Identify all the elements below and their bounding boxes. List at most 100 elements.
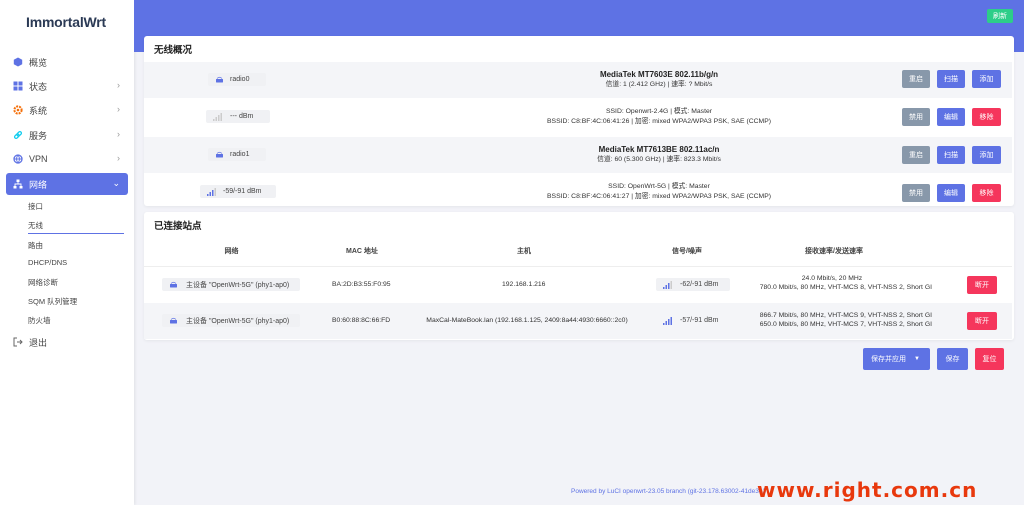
sidebar-item-logout[interactable]: 退出	[6, 332, 128, 352]
radio-row: radio1 MediaTek MT7613BE 802.11ac/n 信道: …	[144, 137, 1012, 173]
scan-button[interactable]: 扫描	[937, 146, 965, 164]
save-button[interactable]: 保存	[937, 348, 968, 370]
column-header-network: 网络	[224, 248, 239, 255]
save-apply-button[interactable]: 保存并应用 ▼	[863, 348, 930, 370]
sidebar-item-status[interactable]: 状态 ›	[6, 76, 128, 96]
column-header-mac: MAC 地址	[346, 248, 378, 255]
station-mac: B0:60:88:8C:66:FD	[332, 317, 391, 324]
chevron-right-icon: ›	[117, 153, 120, 163]
globe-icon	[13, 154, 23, 164]
signal-icon	[663, 316, 672, 325]
sidebar-subitem-routes[interactable]: 路由	[28, 240, 43, 251]
station-network: 主设备 "OpenWrt-5G" (phy1-ap0)	[186, 317, 290, 325]
signal-icon	[663, 280, 672, 289]
restart-button[interactable]: 重启	[902, 70, 930, 88]
radio-name: radio0	[230, 76, 250, 83]
column-header-signal: 信号/噪声	[672, 248, 702, 255]
remove-button[interactable]: 移除	[972, 184, 1001, 202]
grid-icon	[13, 81, 23, 91]
table-row: 主设备 "OpenWrt-5G" (phy1-ap0) BA:2D:B3:55:…	[144, 266, 1012, 302]
radio-badge: radio1	[208, 148, 266, 161]
station-tx-rate: 780.0 Mbit/s, 80 MHz, VHT-MCS 8, VHT-NSS…	[759, 283, 932, 291]
add-button[interactable]: 添加	[972, 70, 1001, 88]
station-rate: 24.0 Mbit/s, 20 MHz 780.0 Mbit/s, 80 MHz…	[692, 275, 932, 292]
disable-button[interactable]: 禁用	[902, 184, 930, 202]
wifi-icon	[169, 317, 178, 324]
signal-badge: --- dBm	[206, 110, 270, 123]
sidebar-subitem-diagnostics[interactable]: 网络诊断	[28, 277, 58, 288]
remove-button[interactable]: 移除	[972, 108, 1001, 126]
radio-row: radio0 MediaTek MT7603E 802.11b/g/n 信道: …	[144, 62, 1012, 98]
station-host: MaxCal-MateBook.lan (192.168.1.125, 2409…	[426, 317, 628, 324]
sidebar-item-label: 概览	[29, 57, 48, 68]
station-mac: BA:2D:B3:55:F0:95	[332, 281, 391, 288]
wifi-network-row: -59/-91 dBm SSID: OpenWrt-5G | 模式: Maste…	[144, 174, 1012, 210]
footer[interactable]: Powered by LuCI openwrt-23.05 branch (gi…	[571, 488, 766, 495]
add-button[interactable]: 添加	[972, 146, 1001, 164]
watermark: www.right.com.cn	[757, 478, 978, 502]
sidebar-item-label: 退出	[29, 337, 48, 348]
station-network-badge: 主设备 "OpenWrt-5G" (phy1-ap0)	[162, 314, 300, 327]
sidebar-subitem-interfaces[interactable]: 接口	[28, 201, 43, 212]
sidebar-item-label: VPN	[29, 154, 48, 164]
sidebar-item-label: 状态	[29, 81, 48, 92]
wifi-icon	[215, 76, 224, 83]
wifi-network-info: SSID: OpenWrt-5G | 模式: Master BSSID: C8:…	[444, 182, 874, 202]
sidebar-subitem-dhcp-dns[interactable]: DHCP/DNS	[28, 258, 67, 267]
chevron-right-icon: ›	[117, 129, 120, 139]
sidebar-item-label: 系统	[29, 105, 48, 116]
station-rx-rate: 24.0 Mbit/s, 20 MHz	[801, 275, 863, 282]
sidebar-item-network[interactable]: 网络 ⌄	[6, 173, 128, 195]
ssid-line: SSID: Openwrt-2.4G | 模式: Master	[605, 108, 712, 115]
caret-down-icon: ▼	[914, 356, 920, 362]
radio-badge: radio0	[208, 73, 266, 86]
station-tx-rate: 650.0 Mbit/s, 80 MHz, VHT-MCS 7, VHT-NSS…	[759, 320, 932, 328]
chevron-down-icon: ⌄	[112, 178, 120, 188]
column-header-host: 主机	[517, 248, 531, 255]
wireless-overview-title: 无线概况	[154, 45, 193, 56]
sidebar-subitem-firewall[interactable]: 防火墙	[28, 315, 51, 326]
table-row: 主设备 "OpenWrt-5G" (phy1-ap0) B0:60:88:8C:…	[144, 303, 1012, 339]
stations-title: 已连接站点	[154, 221, 202, 232]
disable-button[interactable]: 禁用	[902, 108, 930, 126]
gear-icon	[13, 105, 23, 115]
radio-info: MediaTek MT7613BE 802.11ac/n 信道: 60 (5.3…	[444, 145, 874, 165]
save-apply-label: 保存并应用	[871, 356, 906, 363]
signal-badge: -59/-91 dBm	[200, 185, 276, 198]
edit-button[interactable]: 编辑	[937, 184, 965, 202]
radio-name: radio1	[230, 151, 250, 158]
sidebar-subitem-wireless[interactable]: 无线	[28, 220, 124, 234]
refresh-button[interactable]: 刷新	[987, 9, 1013, 23]
disconnect-button[interactable]: 断开	[967, 276, 997, 294]
sidebar-item-label: 服务	[29, 130, 48, 141]
station-host: 192.168.1.216	[502, 281, 546, 288]
sidebar-item-overview[interactable]: 概览	[6, 52, 128, 72]
sidebar-item-services[interactable]: 服务 ›	[6, 125, 128, 145]
chevron-right-icon: ›	[117, 80, 120, 90]
chevron-right-icon: ›	[117, 104, 120, 114]
restart-button[interactable]: 重启	[902, 146, 930, 164]
radio-info: MediaTek MT7603E 802.11b/g/n 信道: 1 (2.41…	[444, 70, 874, 90]
sidebar-item-vpn[interactable]: VPN ›	[6, 149, 128, 169]
network-icon	[13, 179, 23, 189]
column-header-rate: 接收速率/发送速率	[805, 248, 863, 255]
sidebar: ImmortalWrt 概览 状态 › 系统 › 服务 › VPN › 网络 ⌄…	[0, 0, 134, 505]
station-rate: 866.7 Mbit/s, 80 MHz, VHT-MCS 9, VHT-NSS…	[692, 312, 932, 329]
radio-channel: 信道: 60 (5.300 GHz) | 速率: 823.3 Mbit/s	[597, 156, 721, 163]
stations-card: 已连接站点 网络 MAC 地址 主机 信号/噪声 接收速率/发送速率 主设备 "…	[144, 212, 1014, 340]
bssid-line: BSSID: C8:BF:4C:06:41:27 | 加密: mixed WPA…	[547, 193, 771, 200]
logout-icon	[13, 337, 23, 347]
signal-value: --- dBm	[230, 113, 254, 120]
reset-button[interactable]: 复位	[975, 348, 1004, 370]
station-rx-rate: 866.7 Mbit/s, 80 MHz, VHT-MCS 9, VHT-NSS…	[759, 312, 932, 319]
wifi-network-info: SSID: Openwrt-2.4G | 模式: Master BSSID: C…	[444, 107, 874, 127]
sidebar-subitem-sqm[interactable]: SQM 队列管理	[28, 296, 77, 307]
sidebar-item-system[interactable]: 系统 ›	[6, 100, 128, 120]
disconnect-button[interactable]: 断开	[967, 312, 997, 330]
scan-button[interactable]: 扫描	[937, 70, 965, 88]
signal-icon	[213, 112, 222, 121]
edit-button[interactable]: 编辑	[937, 108, 965, 126]
sidebar-item-label: 网络	[29, 179, 48, 190]
signal-icon	[207, 187, 216, 196]
wifi-network-row: --- dBm SSID: Openwrt-2.4G | 模式: Master …	[144, 99, 1012, 135]
